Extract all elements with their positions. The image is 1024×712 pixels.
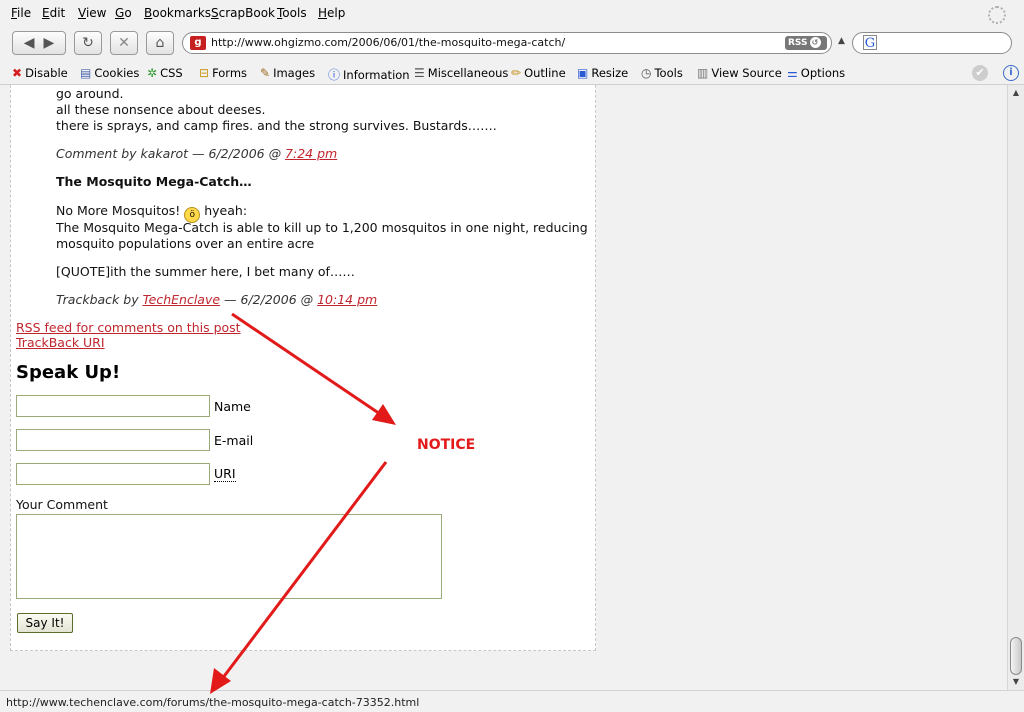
options-icon: ⚌ bbox=[787, 66, 798, 80]
forward-arrow-icon[interactable]: ▶ bbox=[43, 35, 54, 51]
resize-icon: ▣ bbox=[577, 66, 589, 80]
home-button[interactable]: ⌂ bbox=[146, 31, 174, 55]
dev-view-source-button[interactable]: ▥ View Source bbox=[697, 66, 782, 80]
trackback-text-line: mosquito populations over an entire acre bbox=[56, 236, 315, 251]
menu-go[interactable]: Go bbox=[115, 6, 132, 20]
menu-tools[interactable]: Tools bbox=[277, 6, 307, 20]
say-it-button[interactable]: Say It! bbox=[17, 613, 73, 633]
trackback-meta: Trackback by TechEnclave — 6/2/2006 @ 10… bbox=[56, 292, 378, 307]
trackback-permalink[interactable]: 10:14 pm bbox=[317, 292, 377, 307]
dev-miscellaneous-button[interactable]: ☰ Miscellaneous bbox=[414, 66, 508, 80]
email-field[interactable] bbox=[16, 429, 210, 451]
notice-annotation: NOTICE bbox=[417, 437, 476, 453]
url-text[interactable]: http://www.ohgizmo.com/2006/06/01/the-mo… bbox=[211, 36, 565, 49]
dev-tools-button[interactable]: ◷ Tools bbox=[641, 66, 683, 80]
disable-icon: ✖ bbox=[12, 66, 23, 80]
comment-textarea[interactable] bbox=[16, 514, 442, 599]
form-heading: Speak Up! bbox=[16, 362, 121, 383]
scrollbar-thumb[interactable] bbox=[1010, 637, 1022, 675]
vertical-scrollbar[interactable]: ▲ ▼ bbox=[1007, 85, 1024, 690]
miscellaneous-icon: ☰ bbox=[414, 66, 425, 80]
menu-bar: File Edit View Go Bookmarks ScrapBook To… bbox=[0, 0, 1024, 26]
dev-outline-button[interactable]: ✏ Outline bbox=[511, 66, 566, 80]
menu-scrapbook[interactable]: ScrapBook bbox=[211, 6, 275, 20]
cookies-icon: ▤ bbox=[80, 66, 92, 80]
comment-permalink[interactable]: 7:24 pm bbox=[285, 146, 337, 161]
dev-information-button[interactable]: ⓘ Information bbox=[328, 66, 410, 83]
menu-bookmarks[interactable]: Bookmarks bbox=[144, 6, 211, 20]
throbber-icon bbox=[988, 6, 1006, 24]
dev-options-button[interactable]: ⚌ Options bbox=[787, 66, 845, 80]
trackback-title: The Mosquito Mega-Catch… bbox=[56, 174, 252, 189]
trackback-quote: [QUOTE]ith the summer here, I bet many o… bbox=[56, 264, 355, 279]
comment-text-line: go around. bbox=[56, 86, 124, 101]
status-bar: http://www.techenclave.com/forums/the-mo… bbox=[0, 690, 1024, 712]
tools-icon: ◷ bbox=[641, 66, 652, 80]
information-icon: ⓘ bbox=[328, 68, 341, 82]
outline-icon: ✏ bbox=[511, 66, 522, 80]
navigation-toolbar: ◀ ▶ ↻ ✕ ⌂ g http://www.ohgizmo.com/2006/… bbox=[0, 27, 1024, 61]
reload-button[interactable]: ↻ bbox=[74, 31, 102, 55]
back-forward-button[interactable]: ◀ ▶ bbox=[12, 31, 66, 55]
rss-reload-icon: ↺ bbox=[809, 37, 821, 48]
forms-icon: ⊟ bbox=[199, 66, 210, 80]
scroll-up-icon[interactable]: ▲ bbox=[1010, 87, 1022, 99]
trackback-author-link[interactable]: TechEnclave bbox=[143, 292, 221, 307]
menu-file[interactable]: File bbox=[11, 6, 31, 20]
stop-button[interactable]: ✕ bbox=[110, 31, 138, 55]
comment-text-line: there is sprays, and camp fires. and the… bbox=[56, 118, 497, 133]
status-text: http://www.techenclave.com/forums/the-mo… bbox=[6, 696, 420, 709]
menu-help[interactable]: Help bbox=[318, 6, 345, 20]
validation-check-icon[interactable]: ✔ bbox=[972, 65, 988, 81]
site-favicon-icon: g bbox=[190, 36, 206, 50]
search-bar[interactable]: G bbox=[852, 32, 1012, 54]
page-viewport: go around. all these nonsence about dees… bbox=[0, 85, 1007, 690]
comment-label: Your Comment bbox=[16, 497, 108, 512]
view-source-icon: ▥ bbox=[697, 66, 709, 80]
menu-view[interactable]: View bbox=[78, 6, 106, 20]
back-arrow-icon[interactable]: ◀ bbox=[24, 35, 35, 51]
menu-edit[interactable]: Edit bbox=[42, 6, 65, 20]
dev-resize-button[interactable]: ▣ Resize bbox=[577, 66, 628, 80]
email-label: E-mail bbox=[214, 433, 254, 448]
home-icon: ⌂ bbox=[155, 35, 165, 51]
css-icon: ✲ bbox=[147, 66, 158, 80]
google-search-engine-icon[interactable]: G bbox=[863, 35, 877, 51]
dev-disable-button[interactable]: ✖ Disable bbox=[12, 66, 68, 80]
trackback-text-line: The Mosquito Mega-Catch is able to kill … bbox=[56, 220, 588, 235]
reload-icon: ↻ bbox=[82, 35, 94, 51]
comment-text-line: all these nonsence about deeses. bbox=[56, 102, 266, 117]
caret-up-icon[interactable]: ▲ bbox=[838, 36, 845, 46]
uri-field[interactable] bbox=[16, 463, 210, 485]
name-field[interactable] bbox=[16, 395, 210, 417]
dev-css-button[interactable]: ✲ CSS bbox=[147, 66, 183, 80]
scroll-down-icon[interactable]: ▼ bbox=[1010, 676, 1022, 688]
images-icon: ✎ bbox=[260, 66, 271, 80]
dev-images-button[interactable]: ✎ Images bbox=[260, 66, 315, 80]
name-label: Name bbox=[214, 399, 251, 414]
stop-icon: ✕ bbox=[118, 35, 130, 51]
url-bar[interactable]: g http://www.ohgizmo.com/2006/06/01/the-… bbox=[182, 32, 832, 54]
comment-meta: Comment by kakarot — 6/2/2006 @ 7:24 pm bbox=[56, 146, 338, 161]
rss-feed-button[interactable]: RSS ↺ bbox=[785, 36, 827, 50]
uri-label: URI bbox=[214, 466, 236, 482]
rss-comments-link[interactable]: RSS feed for comments on this post bbox=[16, 320, 241, 336]
info-icon[interactable]: i bbox=[1003, 65, 1019, 81]
web-developer-toolbar: ✖ Disable ▤ Cookies ✲ CSS ⊟ Forms ✎ Images ⓘ I… bbox=[0, 62, 1024, 85]
trackback-uri-link[interactable]: TrackBack URI bbox=[16, 335, 105, 351]
dev-cookies-button[interactable]: ▤ Cookies bbox=[80, 66, 139, 80]
dev-forms-button[interactable]: ⊟ Forms bbox=[199, 66, 247, 80]
